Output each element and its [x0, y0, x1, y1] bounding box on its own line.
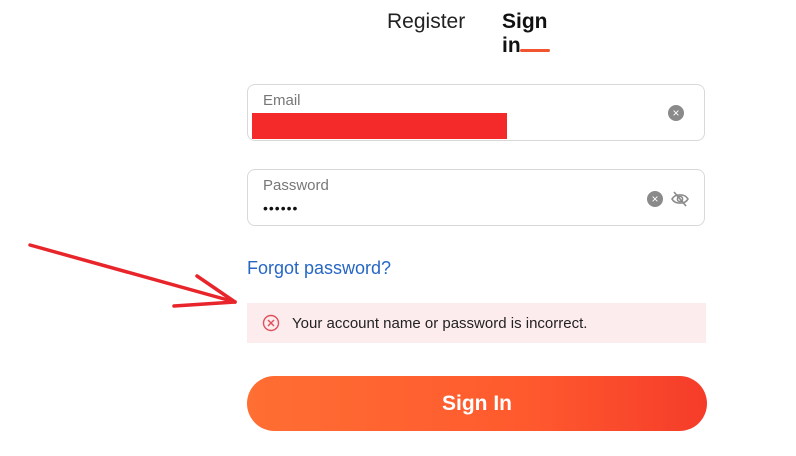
password-label: Password	[263, 177, 329, 194]
eye-off-icon[interactable]	[670, 190, 690, 208]
tab-register[interactable]: Register	[387, 10, 467, 34]
email-field[interactable]: Email ×	[247, 84, 705, 141]
email-redaction	[252, 113, 507, 139]
password-field[interactable]: Password •••••• ×	[247, 169, 705, 226]
password-value: ••••••	[263, 200, 299, 216]
forgot-password-link[interactable]: Forgot password?	[247, 258, 391, 279]
email-label: Email	[263, 92, 301, 109]
error-message: Your account name or password is incorre…	[292, 315, 588, 332]
sign-in-button[interactable]: Sign In	[247, 376, 707, 431]
active-tab-indicator	[520, 49, 550, 52]
password-clear-icon[interactable]: ×	[647, 191, 663, 207]
email-clear-icon[interactable]: ×	[668, 105, 684, 121]
error-banner: Your account name or password is incorre…	[247, 303, 706, 343]
login-page: Register Sign in Email × Password ••••••…	[0, 0, 796, 456]
error-circle-icon	[262, 314, 280, 332]
